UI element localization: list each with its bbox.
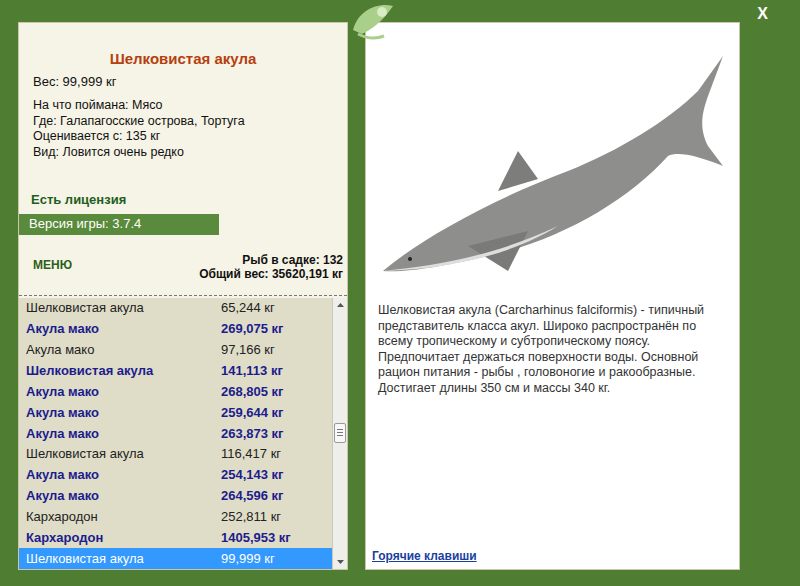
catch-row[interactable]: Акула мако97,166 кг: [19, 339, 332, 360]
fish-name: Акула мако: [26, 382, 221, 402]
frog-logo-icon: [348, 0, 398, 42]
fish-weight: 263,873 кг: [221, 424, 284, 444]
catch-row[interactable]: Акула мако254,143 кг: [19, 465, 332, 486]
catch-row[interactable]: Акула мако268,805 кг: [19, 381, 332, 402]
menu-row: МЕНЮ Рыб в садке: 132Общий вес: 35620,191…: [19, 253, 347, 281]
fish-name: Шелковистая акула: [26, 549, 221, 569]
hotkeys-link[interactable]: Горячие клавиши: [366, 547, 739, 569]
fish-weight: 259,644 кг: [221, 403, 284, 423]
fish-name: Шелковистая акула: [26, 444, 221, 464]
license-label: Есть лицензия: [19, 190, 347, 210]
fish-name: Акула мако: [26, 403, 221, 423]
cage-count: Рыб в садке: 132: [242, 253, 343, 267]
detail-line: На что поймана: Мясо: [33, 98, 347, 114]
close-button[interactable]: X: [755, 6, 770, 22]
fish-weight: 268,805 кг: [221, 382, 284, 402]
fish-name: Кархародон: [26, 507, 221, 527]
fish-weight: 99,999 кг: [221, 549, 275, 569]
fish-weight: 254,143 кг: [221, 465, 284, 485]
catch-row[interactable]: Шелковистая акула141,113 кг: [19, 360, 332, 381]
fish-weight: 269,075 кг: [221, 319, 284, 339]
catch-row[interactable]: Акула мако264,596 кг: [19, 486, 332, 507]
fish-name: Акула мако: [26, 486, 221, 506]
divider: [19, 295, 347, 296]
catch-row[interactable]: Акула мако259,644 кг: [19, 402, 332, 423]
fish-name: Акула мако: [26, 340, 221, 360]
fish-weight-line: Вес: 99,999 кг: [19, 72, 347, 92]
menu-button[interactable]: МЕНЮ: [33, 256, 72, 274]
catch-row[interactable]: Кархародон1405,953 кг: [19, 527, 332, 548]
cage-summary: Рыб в садке: 132Общий вес: 35620,191 кг: [199, 253, 343, 281]
fish-weight: 65,244 кг: [221, 298, 275, 318]
catch-row[interactable]: Шелковистая акула116,417 кг: [19, 444, 332, 465]
catch-row[interactable]: Кархародон252,811 кг: [19, 506, 332, 527]
detail-line: Где: Галапагосские острова, Тортуга: [33, 114, 347, 130]
fish-name: Кархародон: [26, 528, 221, 548]
fish-weight: 97,166 кг: [221, 340, 275, 360]
fish-name: Акула мако: [26, 319, 221, 339]
fish-name: Акула мако: [26, 424, 221, 444]
catch-row[interactable]: Шелковистая акула99,999 кг: [19, 548, 332, 569]
fish-name: Шелковистая акула: [26, 361, 221, 381]
right-panel: Шелковистая акула (Carcharhinus falcifor…: [365, 22, 740, 570]
detail-line: Вид: Ловится очень редко: [33, 145, 347, 161]
scroll-thumb[interactable]: [334, 423, 346, 443]
left-panel: Шелковистая акулаВес: 99,999 кгНа что по…: [18, 22, 348, 570]
fish-weight: 141,113 кг: [221, 361, 283, 381]
fish-title: Шелковистая акула: [19, 48, 347, 71]
shark-icon: [378, 51, 733, 281]
catch-rows: Шелковистая акула65,244 кгАкула мако269,…: [19, 298, 332, 570]
scroll-up-icon[interactable]: [333, 298, 348, 313]
fish-weight: 1405,953 кг: [221, 528, 291, 548]
version-bar: Версия игры: 3.7.4: [19, 214, 219, 235]
catch-list: Шелковистая акула65,244 кгАкула мако269,…: [19, 298, 347, 570]
description: Шелковистая акула (Carcharhinus falcifor…: [366, 303, 739, 396]
detail-line: Оценивается с: 135 кг: [33, 129, 347, 145]
fish-details: На что поймана: МясоГде: Галапагосские о…: [19, 98, 347, 160]
fish-weight: 252,811 кг: [221, 507, 281, 527]
scrollbar[interactable]: [332, 298, 347, 570]
fish-weight: 264,596 кг: [221, 486, 284, 506]
total-weight: Общий вес: 35620,191 кг: [199, 267, 343, 281]
catch-row[interactable]: Акула мако269,075 кг: [19, 318, 332, 339]
fish-name: Шелковистая акула: [26, 298, 221, 318]
catch-row[interactable]: Акула мако263,873 кг: [19, 423, 332, 444]
fish-info-window: XШелковистая акулаВес: 99,999 кгНа что п…: [0, 0, 800, 586]
catch-row[interactable]: Шелковистая акула65,244 кг: [19, 298, 332, 319]
fish-weight: 116,417 кг: [221, 444, 281, 464]
fish-name: Акула мако: [26, 465, 221, 485]
scroll-down-icon[interactable]: [333, 554, 348, 569]
